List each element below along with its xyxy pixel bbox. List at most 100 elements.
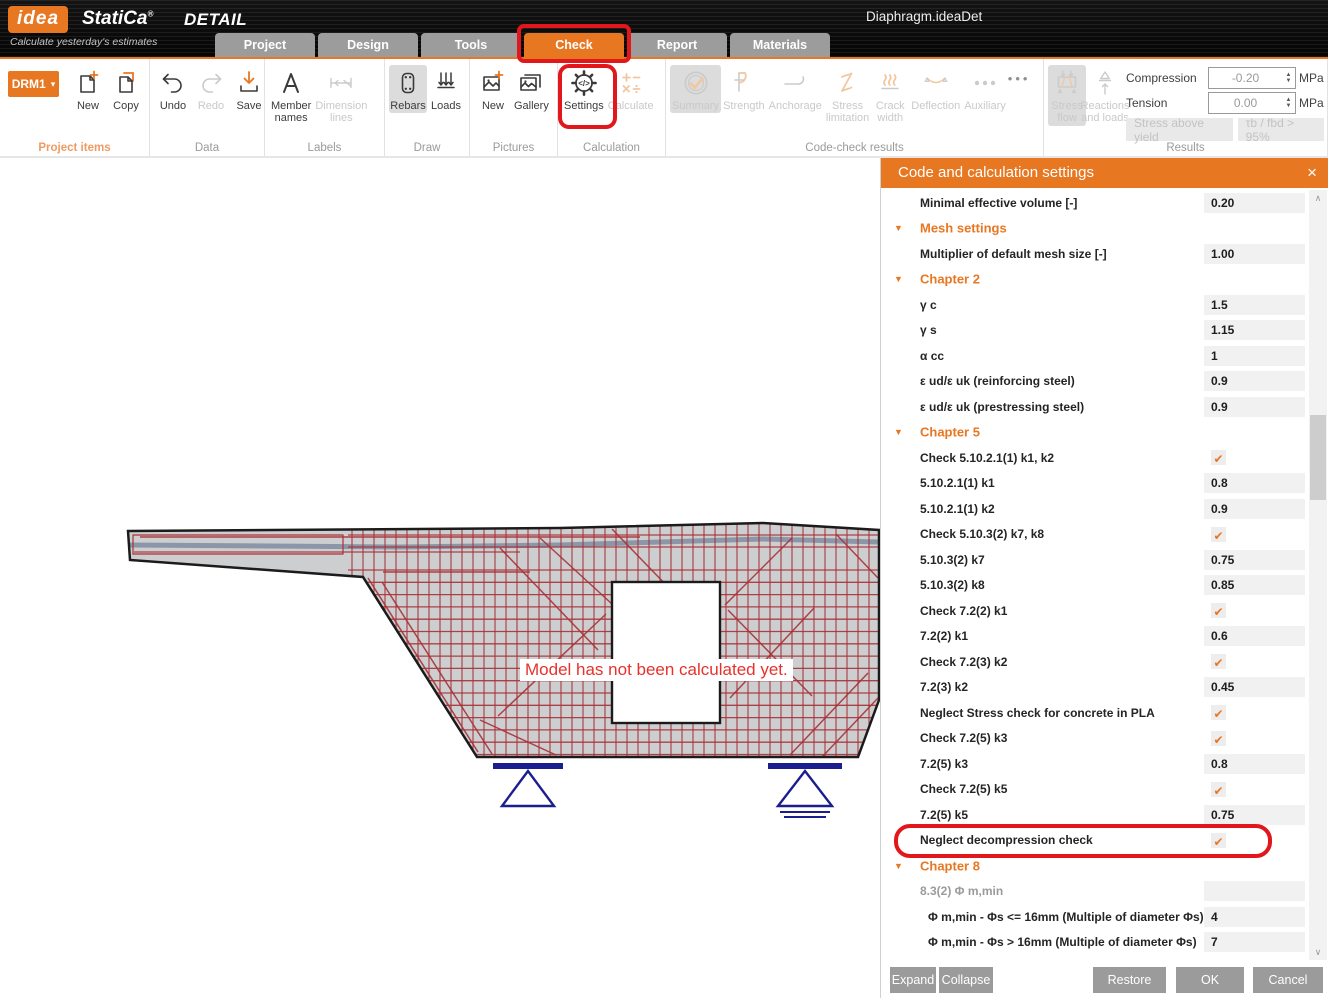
gallery-button[interactable]: Gallery: [512, 65, 551, 113]
button-label: Undo: [160, 100, 186, 112]
ribbon-tabs: ProjectDesignToolsCheckReportMaterials: [215, 33, 830, 57]
setting-value-input[interactable]: 0.9: [1204, 397, 1305, 417]
stress-limitation-icon: [834, 66, 862, 100]
settings-section-chapter-5: ▼Chapter 5: [881, 420, 1309, 446]
setting-value-input[interactable]: 1.5: [1204, 295, 1305, 315]
setting-value-input[interactable]: 0.8: [1204, 473, 1305, 493]
setting-value-input[interactable]: 0.75: [1204, 550, 1305, 570]
setting-checkbox[interactable]: ✔: [1211, 654, 1226, 669]
tab-project[interactable]: Project: [215, 33, 315, 57]
new-button[interactable]: New: [474, 65, 512, 113]
project-item-select[interactable]: DRM1▾: [8, 71, 59, 97]
setting-value-input[interactable]: 0.9: [1204, 499, 1305, 519]
new-button[interactable]: New: [69, 65, 107, 113]
setting-value-input[interactable]: 1.15: [1204, 320, 1305, 340]
loads-arrows-icon: [432, 66, 460, 100]
setting-value-input[interactable]: 0.9: [1204, 371, 1305, 391]
collapse-triangle-icon[interactable]: ▼: [894, 861, 903, 871]
tab-check[interactable]: Check: [524, 33, 624, 57]
settings-row: 5.10.2.1(1) k20.9: [881, 496, 1309, 522]
tab-materials[interactable]: Materials: [730, 33, 830, 57]
spinner-arrows-icon: ▲▼: [1282, 93, 1295, 113]
setting-label: Chapter 2: [920, 272, 980, 287]
loads-button[interactable]: Loads: [427, 65, 465, 113]
auxiliary-button: Auxiliary: [962, 65, 1008, 113]
anchorage-hook-icon: [780, 66, 810, 100]
settings-row: 7.2(3) k20.45: [881, 675, 1309, 701]
calculate-ops-icon: [617, 66, 645, 100]
cancel-button[interactable]: Cancel: [1253, 967, 1323, 993]
close-icon[interactable]: ×: [1307, 158, 1317, 188]
spinner-value: 0.00: [1209, 93, 1282, 113]
setting-checkbox[interactable]: ✔: [1211, 782, 1226, 797]
button-label: Crack width: [876, 100, 905, 125]
settings-section-mesh-settings: ▼ Mesh settings: [881, 216, 1309, 242]
ok-button[interactable]: OK: [1176, 967, 1244, 993]
setting-value-input[interactable]: 0.45: [1204, 677, 1305, 697]
check-icon: ✔: [1213, 784, 1223, 798]
save-button[interactable]: Save: [230, 65, 268, 113]
results-filter-buttons: Stress above yieldτb / fbd > 95%: [1126, 118, 1324, 141]
ribbon-group-draw: RebarsLoads Draw: [385, 59, 470, 156]
setting-value: 0.6: [1204, 626, 1305, 646]
expand-button[interactable]: Expand: [890, 967, 936, 993]
model-canvas[interactable]: Model has not been calculated yet.: [0, 158, 880, 998]
setting-checkbox[interactable]: ✔: [1211, 833, 1226, 848]
button-label: Copy: [113, 100, 139, 112]
setting-value-input[interactable]: 0.8: [1204, 754, 1305, 774]
setting-label: Mesh settings: [920, 221, 1007, 236]
member-names-button[interactable]: Member names: [269, 65, 313, 126]
scroll-down-icon[interactable]: ∨: [1309, 944, 1327, 960]
opening: [612, 582, 720, 723]
setting-value-input[interactable]: [1204, 881, 1305, 901]
group-label: Draw: [385, 142, 469, 154]
rebars-button[interactable]: Rebars: [389, 65, 427, 113]
overflow-ellipsis-icon: •••: [1008, 71, 1031, 86]
check-icon: ✔: [1213, 452, 1223, 466]
restore-button[interactable]: Restore: [1093, 967, 1166, 993]
setting-checkbox[interactable]: ✔: [1211, 527, 1226, 542]
settings-button[interactable]: </>Settings: [562, 65, 606, 113]
setting-checkbox[interactable]: ✔: [1211, 450, 1226, 465]
statica-logo-text: StatiCa®: [82, 8, 153, 30]
group-label: Results: [1044, 142, 1327, 154]
settings-row: 5.10.3(2) k7 0.75: [881, 547, 1309, 573]
tab-design[interactable]: Design: [318, 33, 418, 57]
copy-button[interactable]: Copy: [107, 65, 145, 113]
settings-row: Φ m,min - Φs > 16mm (Multiple of diamete…: [881, 930, 1309, 956]
scroll-up-icon[interactable]: ∧: [1309, 190, 1327, 206]
setting-checkbox[interactable]: ✔: [1211, 705, 1226, 720]
setting-value-input[interactable]: 7: [1204, 932, 1305, 952]
undo-button[interactable]: Undo: [154, 65, 192, 113]
setting-value-input[interactable]: 0.20: [1204, 193, 1305, 213]
settings-row: Check 5.10.3(2) k7, k8 ✔: [881, 522, 1309, 548]
setting-value-input[interactable]: 0.75: [1204, 805, 1305, 825]
button-label: Auxiliary: [964, 100, 1006, 112]
settings-row: γ c 1.5: [881, 292, 1309, 318]
panel-scrollbar[interactable]: ∧ ∨: [1309, 190, 1327, 960]
scrollbar-thumb[interactable]: [1310, 415, 1326, 500]
setting-value-input[interactable]: 1: [1204, 346, 1305, 366]
tab-tools[interactable]: Tools: [421, 33, 521, 57]
setting-label: γ c: [920, 298, 937, 312]
setting-value: 4: [1204, 907, 1305, 927]
check-icon: ✔: [1213, 529, 1223, 543]
setting-checkbox[interactable]: ✔: [1211, 731, 1226, 746]
setting-label: Φ m,min - Φs > 16mm (Multiple of diamete…: [928, 935, 1197, 949]
setting-value-input[interactable]: 4: [1204, 907, 1305, 927]
collapse-triangle-icon[interactable]: ▼: [894, 274, 903, 284]
stress-limitation-button: Stress limitation: [824, 65, 871, 126]
setting-value-input[interactable]: 0.85: [1204, 575, 1305, 595]
setting-value-input[interactable]: 1.00: [1204, 244, 1305, 264]
settings-row: Check 7.2(2) k1✔: [881, 598, 1309, 624]
setting-label: Check 5.10.3(2) k7, k8: [920, 527, 1044, 541]
settings-row: Φ m,min - Φs <= 16mm (Multiple of diamet…: [881, 904, 1309, 930]
settings-row: Minimal effective volume [-]0.20: [881, 190, 1309, 216]
setting-value-input[interactable]: 0.6: [1204, 626, 1305, 646]
setting-checkbox[interactable]: ✔: [1211, 603, 1226, 618]
collapse-triangle-icon[interactable]: ▼: [894, 427, 903, 437]
collapse-triangle-icon[interactable]: ▼: [894, 223, 903, 233]
collapse-button[interactable]: Collapse: [939, 967, 993, 993]
tab-report[interactable]: Report: [627, 33, 727, 57]
setting-label: 5.10.3(2) k7: [920, 553, 985, 567]
